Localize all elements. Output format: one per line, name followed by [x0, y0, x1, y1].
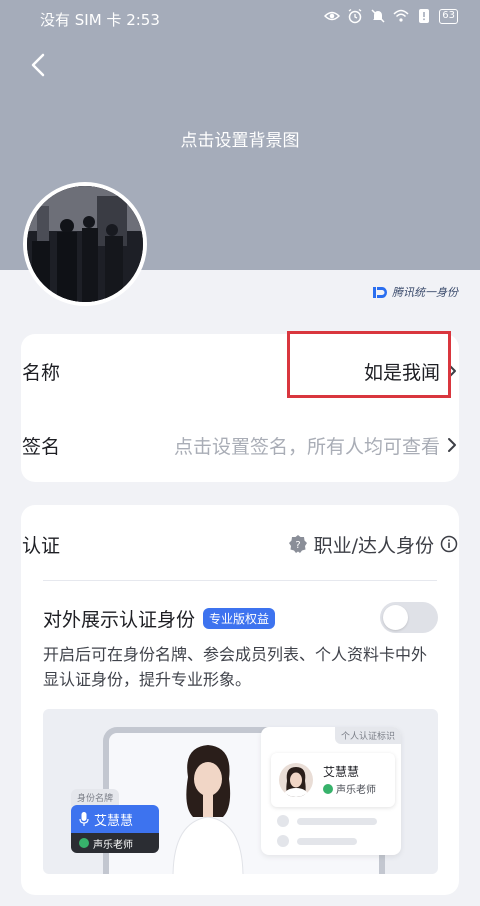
verified-check-icon [79, 838, 89, 848]
divider [43, 580, 437, 581]
certification-row[interactable]: 认证 ? 职业/达人身份 [22, 524, 458, 564]
verified-check-icon [323, 783, 333, 794]
toggle-knob [383, 605, 408, 630]
certification-badge-icon: ? [288, 535, 307, 553]
certification-value: 职业/达人身份 [313, 534, 434, 557]
tencent-identity-label[interactable]: 腾讯统一身份 [372, 284, 458, 300]
avatar-photo [27, 186, 143, 302]
placeholder-line [297, 838, 357, 845]
set-background-hint[interactable]: 点击设置背景图 [0, 126, 480, 151]
microphone-icon [79, 812, 89, 826]
name-badge-top: 艾慧慧 [71, 805, 159, 833]
signature-row[interactable]: 签名 点击设置签名，所有人均可查看 [22, 425, 458, 465]
pro-badge: 专业版权益 [203, 608, 276, 629]
status-carrier-time: 没有 SIM 卡 2:53 [40, 11, 160, 29]
certification-preview-image: 个人认证标识 艾慧慧 声乐老师 身份名牌 艾慧慧 声乐老师 [43, 709, 438, 874]
signature-placeholder: 点击设置签名，所有人均可查看 [173, 435, 440, 458]
mute-bell-icon [371, 9, 385, 23]
preview-mini-avatar [279, 763, 313, 797]
alert-icon [419, 9, 430, 23]
name-badge-bottom: 声乐老师 [71, 833, 159, 853]
tencent-id-logo-icon [373, 286, 387, 298]
signature-label: 签名 [22, 435, 61, 458]
preview-person-role: 声乐老师 [323, 781, 376, 796]
wifi-icon [393, 9, 409, 22]
preview-card-tag: 个人认证标识 [334, 727, 401, 744]
placeholder-line [297, 818, 377, 825]
show-certification-label: 对外展示认证身份 [43, 609, 196, 631]
placeholder-circle [277, 835, 289, 847]
info-icon[interactable] [440, 535, 458, 553]
battery-indicator: 63 [439, 8, 458, 24]
show-certification-toggle[interactable] [380, 602, 438, 633]
avatar[interactable] [23, 182, 147, 306]
name-badge-name: 艾慧慧 [94, 813, 134, 829]
preview-profile-card: 个人认证标识 艾慧慧 声乐老师 [261, 727, 401, 855]
preview-card-inner: 艾慧慧 声乐老师 [271, 753, 395, 807]
alarm-icon [348, 8, 362, 24]
chevron-right-icon [448, 438, 456, 452]
back-arrow-icon[interactable] [24, 50, 54, 80]
certification-label: 认证 [22, 534, 61, 557]
certification-description: 开启后可在身份名牌、参会成员列表、个人资料卡中外显认证身份，提升专业形象。 [43, 645, 428, 689]
person-illustration [172, 745, 244, 874]
name-badge-tag: 身份名牌 [71, 789, 120, 806]
show-certification-title: 对外展示认证身份 专业版权益 [43, 605, 276, 632]
preview-person-name: 艾慧慧 [323, 765, 360, 779]
highlight-annotation-box [287, 331, 451, 398]
svg-text:?: ? [295, 540, 300, 551]
tencent-id-text: 腾讯统一身份 [392, 286, 458, 299]
status-bar: 没有 SIM 卡 2:53 63 [0, 0, 480, 38]
eye-icon [324, 11, 341, 21]
name-label: 名称 [22, 361, 61, 384]
name-badge-role: 声乐老师 [93, 839, 133, 851]
placeholder-circle [277, 815, 289, 827]
preview-name-badge: 艾慧慧 声乐老师 [71, 805, 159, 853]
status-icons: 63 [324, 8, 458, 24]
